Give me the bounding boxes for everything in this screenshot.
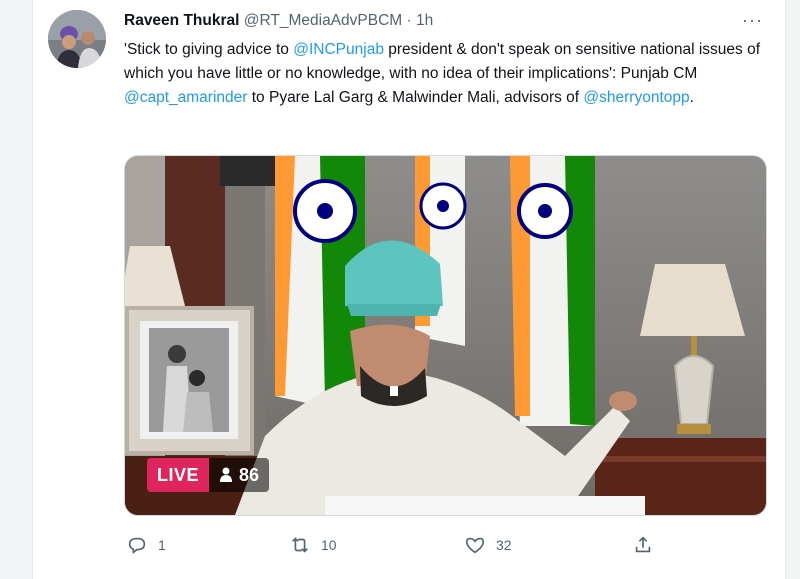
mention-link[interactable]: @capt_amarinder [124,89,247,106]
retweet-icon [292,537,308,553]
live-video-thumbnail[interactable]: LIVE 86 [124,155,767,516]
tweet-text: 'Stick to giving advice to @INCPunjab pr… [124,38,764,110]
share-button[interactable] [632,530,654,560]
tweet-actions: 1 10 32 [124,530,764,560]
tweet-text-segment: 'Stick to giving advice to [124,41,294,58]
separator-dot: · [406,12,412,29]
tweet-header: Raveen Thukral @RT_MediaAdvPBCM · 1h [124,12,433,30]
tweet-time[interactable]: 1h [416,12,433,29]
reply-icon [128,537,146,554]
tweet-text-segment: . [689,89,694,106]
viewer-count-badge: 86 [209,458,270,492]
mention-link[interactable]: @INCPunjab [293,41,384,58]
reply-count: 1 [158,537,166,553]
live-label: LIVE [147,458,210,492]
like-count: 32 [496,537,512,553]
heart-icon [465,537,485,554]
mention-link[interactable]: @sherryontopp [583,89,689,106]
retweet-count: 10 [321,537,337,553]
like-button[interactable]: 32 [464,530,512,560]
viewer-count: 86 [239,464,260,485]
tweet-text-segment: to Pyare Lal Garg & Malwinder Mali, advi… [247,89,584,106]
live-badge: LIVE 86 [147,458,270,492]
tweet-card[interactable]: Raveen Thukral @RT_MediaAdvPBCM · 1h ···… [32,0,786,579]
author-name[interactable]: Raveen Thukral [124,12,239,29]
person-icon [220,467,233,482]
more-options-icon[interactable]: ··· [742,10,763,31]
author-handle[interactable]: @RT_MediaAdvPBCM [244,12,402,29]
reply-button[interactable]: 1 [126,530,166,560]
share-icon [635,536,651,553]
retweet-button[interactable]: 10 [289,530,337,560]
avatar[interactable] [48,10,106,68]
